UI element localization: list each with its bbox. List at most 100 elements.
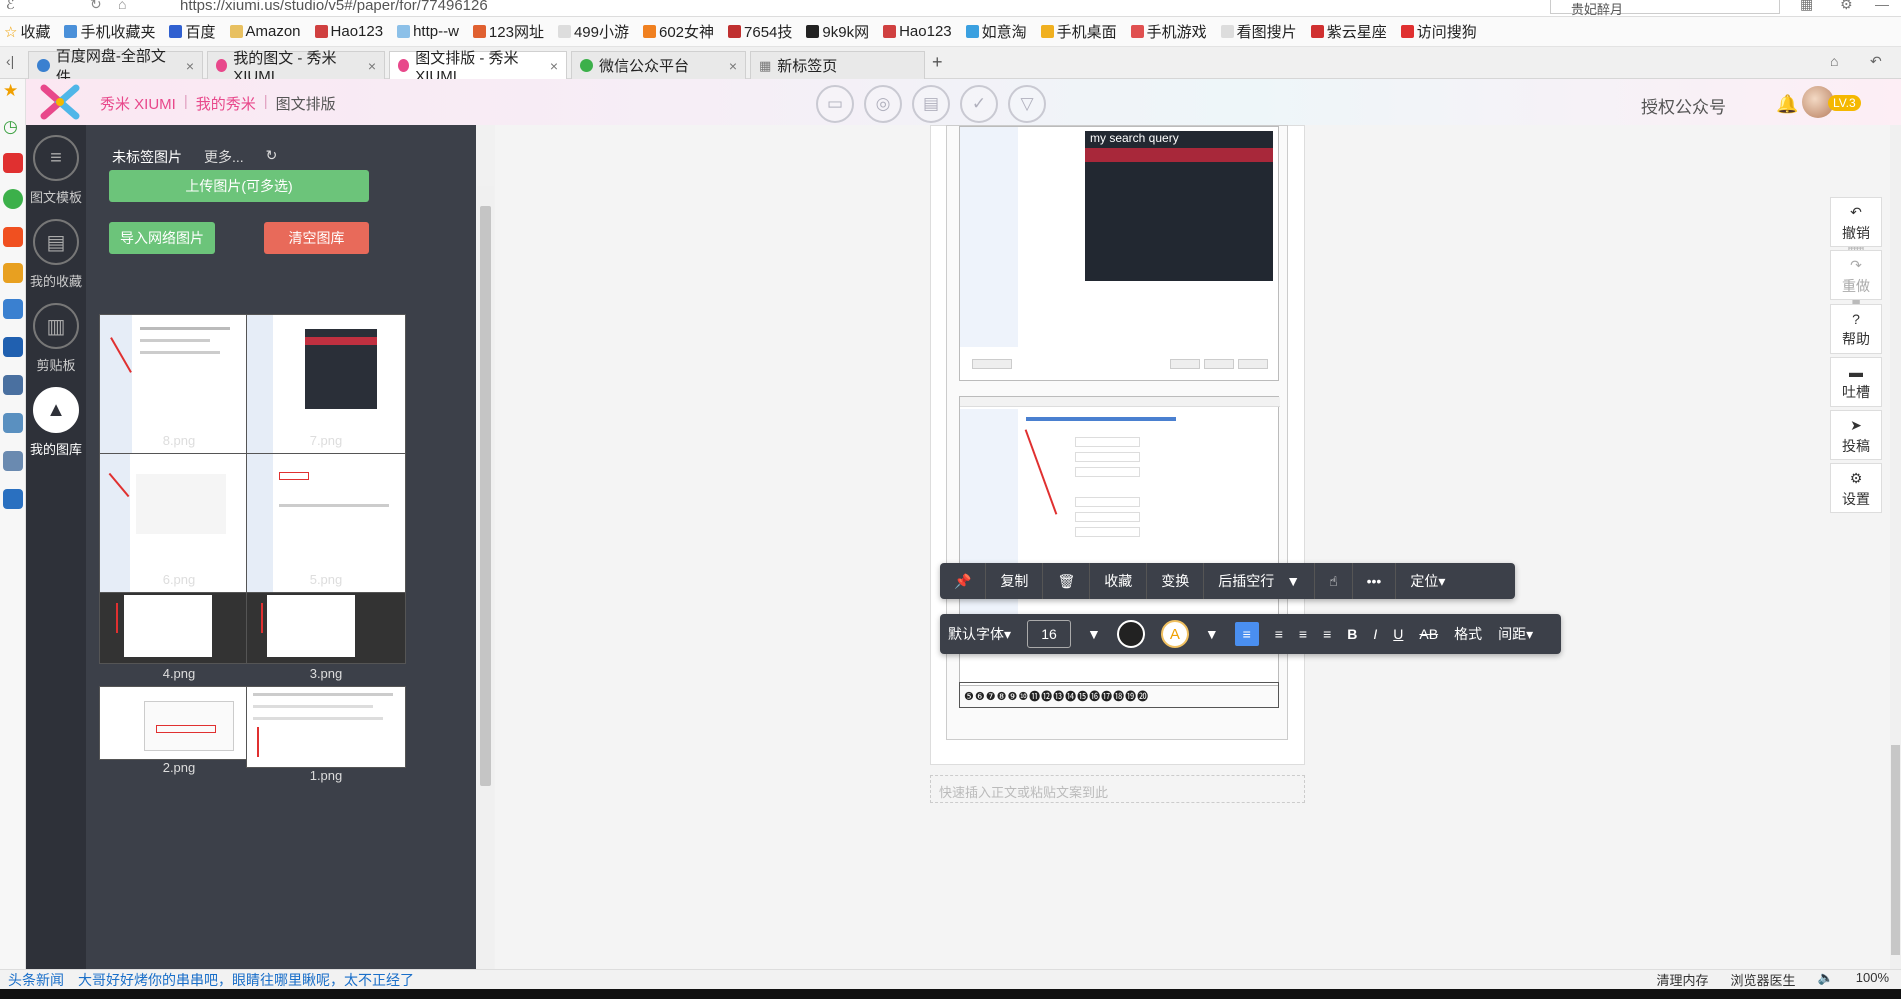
zoom-level[interactable]: 100% <box>1856 970 1889 989</box>
bookmark-item[interactable]: 手机游戏 <box>1130 21 1207 42</box>
gallery-image[interactable] <box>246 592 406 664</box>
close-icon[interactable]: × <box>368 58 376 74</box>
check-icon[interactable]: ✓ <box>960 85 998 123</box>
bookmark-item[interactable]: 手机桌面 <box>1040 21 1117 42</box>
calc-icon[interactable] <box>3 413 23 433</box>
minimize-icon[interactable]: — <box>1875 0 1889 12</box>
chevron-down-icon[interactable]: ▽ <box>1008 85 1046 123</box>
undo-tab-icon[interactable]: ↶ <box>1870 53 1882 70</box>
preview-icon[interactable]: ◎ <box>864 85 902 123</box>
tab-layout[interactable]: 图文排版 - 秀米 XIUMI × <box>389 50 567 85</box>
crumb-my-xiumi[interactable]: 我的秀米 <box>196 93 256 114</box>
authorize-account-link[interactable]: 授权公众号 <box>1641 93 1726 118</box>
game-icon[interactable] <box>3 299 23 319</box>
new-tab-icon[interactable]: + <box>932 52 943 73</box>
pointer-icon[interactable]: ☝ <box>1315 563 1353 599</box>
bold-button[interactable]: B <box>1339 614 1365 654</box>
tab-baidu-pan[interactable]: 百度网盘-全部文件 × <box>28 48 203 86</box>
toutiao-icon[interactable] <box>3 153 23 173</box>
computer-icon[interactable] <box>3 375 23 395</box>
undo-button[interactable]: ↶ 撤销 <box>1830 197 1882 247</box>
feedback-button[interactable]: ▬ 吐槽 <box>1830 357 1882 407</box>
import-web-image-button[interactable]: 导入网络图片 <box>109 222 215 254</box>
chevron-down-icon[interactable]: ▼ <box>1079 614 1109 654</box>
nav-clipboard[interactable]: ▥ 剪贴板 <box>26 303 86 374</box>
font-size-input[interactable]: 16 <box>1027 620 1072 648</box>
bookmark-item[interactable]: 如意淘 <box>965 21 1027 42</box>
browser-search-input[interactable]: 贵妃醉月 <box>1550 0 1780 17</box>
bookmark-item[interactable]: 9k9k网 <box>806 21 869 42</box>
tab-menu-icon[interactable]: ⌂ <box>1830 53 1838 69</box>
clean-memory-button[interactable]: 清理内存 <box>1657 970 1709 989</box>
copy-button[interactable]: 复制 <box>986 563 1044 599</box>
chevron-down-icon[interactable]: ▼ <box>1197 614 1227 654</box>
submit-button[interactable]: ➤ 投稿 <box>1830 410 1882 460</box>
bookmark-item[interactable]: 看图搜片 <box>1220 21 1297 42</box>
crumb-brand[interactable]: 秀米 XIUMI <box>100 93 176 114</box>
favorite-button[interactable]: 收藏 <box>1090 563 1148 599</box>
star-icon[interactable]: ★ <box>3 81 23 101</box>
address-input[interactable]: https://xiumi.us/studio/v5#/paper/for/77… <box>180 0 488 14</box>
browser-doctor-button[interactable]: 浏览器医生 <box>1731 970 1796 989</box>
close-icon[interactable]: × <box>550 58 558 74</box>
caps-button[interactable]: AB <box>1411 614 1446 654</box>
tab-my-articles[interactable]: 我的图文 - 秀米 XIUMI × <box>207 50 385 85</box>
bookmark-item[interactable]: Amazon <box>229 23 301 40</box>
italic-button[interactable]: I <box>1365 614 1385 654</box>
taobao-icon[interactable] <box>3 227 23 247</box>
clear-gallery-button[interactable]: 清空图库 <box>264 222 369 254</box>
font-select[interactable]: 默认字体 ▾ <box>940 614 1019 654</box>
chevron-down-icon[interactable]: ▼ <box>1286 573 1300 589</box>
home-icon[interactable]: ⌂ <box>118 0 126 12</box>
align-center-icon[interactable]: ≡ <box>1267 614 1291 654</box>
gallery-image[interactable] <box>99 686 259 760</box>
folder-icon[interactable]: ▭ <box>816 85 854 123</box>
article-image[interactable]: my search query <box>959 126 1279 381</box>
gallery-image[interactable] <box>99 592 259 664</box>
bookmark-item[interactable]: http--w <box>397 23 459 40</box>
bookmark-item[interactable]: ☆ 收藏 <box>4 21 50 42</box>
bookmark-item[interactable]: 123网址 <box>472 21 544 42</box>
spacing-button[interactable]: 间距 ▾ <box>1490 614 1541 654</box>
wechat-icon[interactable] <box>3 189 23 209</box>
nav-gallery[interactable]: ▲ 我的图库 <box>26 387 86 458</box>
upload-images-button[interactable]: 上传图片(可多选) <box>109 170 369 202</box>
desktop-icon[interactable] <box>3 451 23 471</box>
back-desktop-icon[interactable] <box>3 489 23 509</box>
bell-icon[interactable]: 🔔 <box>1776 94 1798 115</box>
bookmark-item[interactable]: Hao123 <box>883 23 952 40</box>
quick-paste-input[interactable]: 快速插入正文或粘贴文案到此 <box>930 775 1305 803</box>
nav-templates[interactable]: ≡ 图文模板 <box>26 135 86 206</box>
settings-button[interactable]: ⚙ 设置 <box>1830 463 1882 513</box>
position-button[interactable]: 定位 ▾ <box>1396 563 1459 599</box>
tab-new[interactable]: ▦ 新标签页 <box>750 51 925 79</box>
grid-icon[interactable]: ▦ <box>1800 0 1813 13</box>
nav-favorites[interactable]: ▤ 我的收藏 <box>26 219 86 290</box>
page-scrollbar[interactable] <box>1890 125 1901 969</box>
tab-wechat[interactable]: 微信公众平台 × <box>571 51 746 79</box>
reload-icon[interactable]: ↻ <box>90 0 102 13</box>
delete-icon[interactable]: 🗑 <box>1043 563 1091 599</box>
underline-button[interactable]: U <box>1385 614 1411 654</box>
bookmark-item[interactable]: 紫云星座 <box>1310 21 1387 42</box>
volume-icon[interactable]: 🔈 <box>1818 970 1834 989</box>
align-left-icon[interactable]: ≡ <box>1234 622 1259 646</box>
xiumi-logo-icon[interactable] <box>40 84 80 120</box>
bookmark-item[interactable]: 访问搜狗 <box>1400 21 1477 42</box>
news-link[interactable]: 头条新闻 <box>8 970 64 990</box>
bookmark-item[interactable]: 百度 <box>169 21 216 42</box>
news-ticker[interactable]: 大哥好好烤你的串串吧，眼睛往哪里瞅呢，太不正经了 <box>78 970 414 990</box>
bookmark-item[interactable]: 499小游 <box>557 21 629 42</box>
gallery-image[interactable] <box>246 686 406 768</box>
bg-color-picker[interactable]: A <box>1160 620 1189 648</box>
close-icon[interactable]: × <box>729 58 737 74</box>
align-justify-icon[interactable]: ≡ <box>1315 614 1339 654</box>
pin-icon[interactable]: 📌 <box>940 563 987 599</box>
align-right-icon[interactable]: ≡ <box>1291 614 1315 654</box>
tab-back-icon[interactable]: ‹| <box>6 53 14 69</box>
save-icon[interactable]: ▤ <box>912 85 950 123</box>
transform-button[interactable]: 变换 <box>1147 563 1205 599</box>
close-icon[interactable]: × <box>186 58 194 74</box>
bookmark-item[interactable]: 7654技 <box>728 21 792 42</box>
bookmark-item[interactable]: Hao123 <box>314 23 383 40</box>
